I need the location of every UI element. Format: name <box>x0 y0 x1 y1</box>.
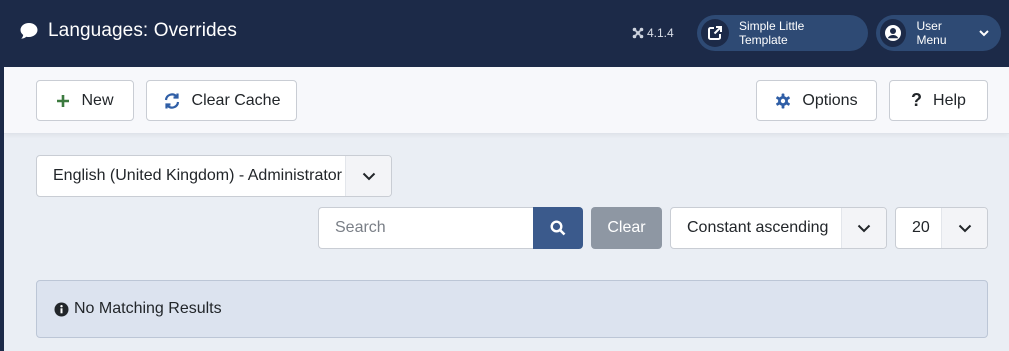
page-title-group: Languages: Overrides <box>19 20 237 42</box>
page-title: Languages: Overrides <box>48 20 237 41</box>
toolbar: New Clear Cache Options ? Help <box>4 67 1009 134</box>
info-icon <box>54 302 69 317</box>
speech-bubble-icon <box>19 21 39 41</box>
user-menu-label: User Menu <box>916 19 947 47</box>
refresh-icon <box>163 92 181 110</box>
sort-select[interactable]: Constant ascending <box>670 207 887 249</box>
options-label: Options <box>802 91 858 109</box>
user-avatar-icon <box>880 19 907 47</box>
list-limit-select[interactable]: 20 <box>895 207 988 249</box>
clear-cache-button[interactable]: Clear Cache <box>146 80 297 121</box>
clear-button[interactable]: Clear <box>591 207 662 249</box>
plus-icon <box>56 94 70 108</box>
search-input[interactable] <box>318 207 534 249</box>
language-select[interactable]: English (United Kingdom) - Administrator <box>36 155 392 197</box>
new-button-label: New <box>81 91 114 109</box>
no-results-alert: No Matching Results <box>36 280 988 338</box>
options-button[interactable]: Options <box>756 80 877 121</box>
template-link-label: Simple Little Template <box>738 19 805 47</box>
gear-icon <box>775 93 791 109</box>
external-link-icon <box>701 19 729 47</box>
list-limit-value: 20 <box>912 219 930 236</box>
help-label: Help <box>933 91 966 109</box>
search-icon <box>550 220 566 236</box>
header-bar: Languages: Overrides 4.1.4 Simple Little… <box>0 0 1009 67</box>
user-menu-button[interactable]: User Menu <box>876 15 1001 51</box>
chevron-down-icon <box>841 208 886 248</box>
sort-select-value: Constant ascending <box>687 219 829 236</box>
clear-cache-label: Clear Cache <box>191 91 281 109</box>
version-info: 4.1.4 <box>632 26 674 40</box>
language-select-value: English (United Kingdom) - Administrator <box>53 167 343 184</box>
joomla-icon <box>632 27 644 39</box>
new-button[interactable]: New <box>36 80 134 121</box>
help-button[interactable]: ? Help <box>889 80 988 121</box>
chevron-down-icon <box>941 208 987 248</box>
question-mark-icon: ? <box>911 90 923 110</box>
version-text: 4.1.4 <box>647 26 674 40</box>
chevron-down-icon <box>979 29 989 37</box>
search-button[interactable] <box>533 207 583 249</box>
template-link-button[interactable]: Simple Little Template <box>697 15 868 51</box>
alert-message: No Matching Results <box>74 300 222 317</box>
chevron-down-icon <box>345 156 391 196</box>
